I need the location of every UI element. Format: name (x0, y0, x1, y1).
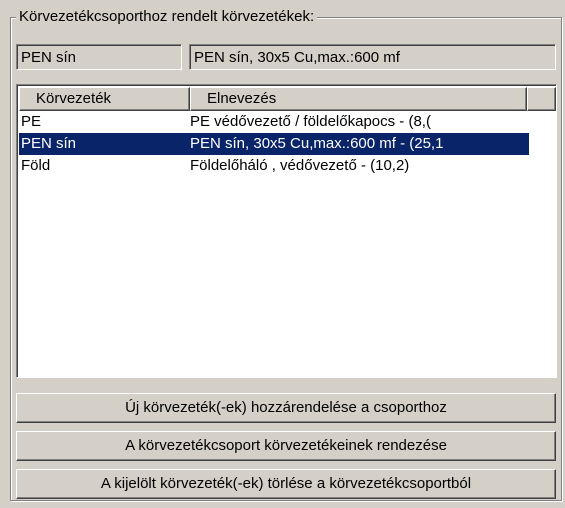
group-title: Körvezetékcsoporthoz rendelt körvezetéke… (16, 8, 318, 26)
list-item-code: Föld (21, 157, 51, 174)
selected-code-field[interactable]: PEN sín (16, 44, 182, 70)
sort-conductors-button[interactable]: A körvezetékcsoport körvezetékeinek rend… (16, 431, 556, 461)
list-item-name: PE védővezető / földelőkapocs - (8,( (190, 113, 431, 130)
list-item-name: PEN sín, 30x5 Cu,max.:600 mf - (25,1 (190, 135, 444, 152)
list-item-selected[interactable]: PEN sín PEN sín, 30x5 Cu,max.:600 mf - (… (19, 133, 529, 155)
selected-description-field[interactable]: PEN sín, 30x5 Cu,max.:600 mf (189, 44, 556, 70)
column-header-elnevezes[interactable]: Elnevezés (190, 87, 527, 111)
column-header-filler (527, 87, 556, 111)
list-item-code: PEN sín (21, 135, 77, 152)
add-conductor-button[interactable]: Új körvezeték(-ek) hozzárendelése a csop… (16, 393, 556, 423)
list-item-name: Földelőháló , védővezető - (10,2) (190, 157, 410, 174)
list-item[interactable]: Föld Földelőháló , védővezető - (10,2) (19, 155, 529, 177)
conductor-list[interactable]: Körvezeték Elnevezés PE PE védővezető / … (16, 84, 557, 378)
column-header-korvezetek[interactable]: Körvezeték (19, 87, 190, 111)
delete-conductor-button[interactable]: A kijelölt körvezeték(-ek) törlése a kör… (16, 469, 556, 499)
list-item[interactable]: PE PE védővezető / földelőkapocs - (8,( (19, 111, 529, 133)
list-item-code: PE (21, 113, 42, 130)
